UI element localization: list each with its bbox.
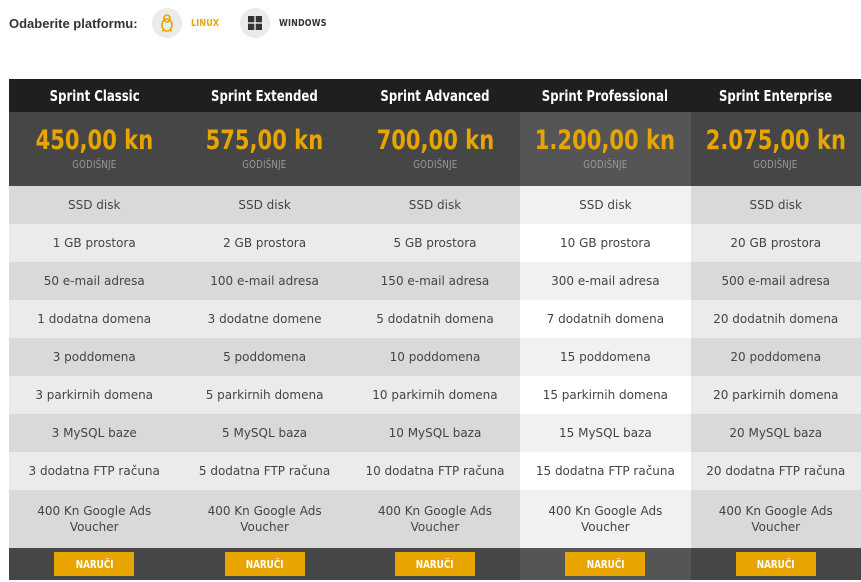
plan-name: Sprint Professional xyxy=(520,79,691,112)
order-button[interactable]: NARUČI xyxy=(735,552,816,576)
price-amount: 2.075,00 kn xyxy=(705,125,846,156)
feature-mysql: 20 MySQL baza xyxy=(690,414,861,452)
order-button[interactable]: NARUČI xyxy=(565,552,646,576)
feature-storage: 1 GB prostora xyxy=(9,224,180,262)
plan-column: Sprint Enterprise 2.075,00 kn GODIŠNJE S… xyxy=(690,79,861,580)
plan-footer: NARUČI xyxy=(690,548,861,580)
price-period: GODIŠNJE xyxy=(412,158,458,171)
plan-column: Sprint Extended 575,00 kn GODIŠNJE SSD d… xyxy=(179,79,350,580)
feature-subdomains: 20 poddomena xyxy=(690,338,861,376)
pricing-table: Sprint Classic 450,00 kn GODIŠNJE SSD di… xyxy=(9,79,861,580)
feature-voucher: 400 Kn Google Ads Voucher xyxy=(520,490,691,548)
feature-email: 300 e-mail adresa xyxy=(520,262,691,300)
plan-price: 2.075,00 kn GODIŠNJE xyxy=(690,112,861,186)
feature-storage: 2 GB prostora xyxy=(179,224,350,262)
price-period: GODIŠNJE xyxy=(242,158,287,171)
feature-storage: 5 GB prostora xyxy=(349,224,521,262)
feature-mysql: 5 MySQL baza xyxy=(179,414,350,452)
plan-price: 700,00 kn GODIŠNJE xyxy=(349,112,521,186)
price-amount: 575,00 kn xyxy=(205,125,324,156)
feature-parked: 5 parkirnih domena xyxy=(179,376,350,414)
price-period: GODIŠNJE xyxy=(583,158,628,171)
platform-option-linux[interactable]: LINUX xyxy=(191,18,219,29)
windows-icon[interactable] xyxy=(239,8,270,38)
plan-footer: NARUČI xyxy=(179,548,350,580)
feature-ftp: 5 dodatna FTP računa xyxy=(179,452,350,490)
price-period: GODIŠNJE xyxy=(72,158,117,171)
plan-price: 575,00 kn GODIŠNJE xyxy=(179,112,350,186)
feature-email: 100 e-mail adresa xyxy=(179,262,350,300)
feature-parked: 15 parkirnih domena xyxy=(520,376,691,414)
feature-domains: 1 dodatna domena xyxy=(9,300,180,338)
feature-ftp: 15 dodatna FTP računa xyxy=(520,452,691,490)
price-period: GODIŠNJE xyxy=(753,158,798,171)
plan-name: Sprint Extended xyxy=(179,79,350,112)
feature-voucher: 400 Kn Google Ads Voucher xyxy=(349,490,521,548)
plan-name: Sprint Advanced xyxy=(349,79,521,112)
feature-parked: 10 parkirnih domena xyxy=(349,376,521,414)
plan-price: 1.200,00 kn GODIŠNJE xyxy=(520,112,691,186)
plan-footer: NARUČI xyxy=(520,548,691,580)
feature-storage: 20 GB prostora xyxy=(690,224,861,262)
feature-mysql: 3 MySQL baze xyxy=(9,414,180,452)
feature-voucher: 400 Kn Google Ads Voucher xyxy=(179,490,350,548)
feature-email: 50 e-mail adresa xyxy=(9,262,180,300)
platform-label: Odaberite platformu: xyxy=(9,15,138,31)
feature-subdomains: 10 poddomena xyxy=(349,338,521,376)
feature-disk: SSD disk xyxy=(179,186,350,224)
feature-parked: 3 parkirnih domena xyxy=(9,376,180,414)
feature-ftp: 10 dodatna FTP računa xyxy=(349,452,521,490)
plan-column-featured: Sprint Professional 1.200,00 kn GODIŠNJE… xyxy=(520,79,691,580)
feature-email: 500 e-mail adresa xyxy=(690,262,861,300)
feature-email: 150 e-mail adresa xyxy=(349,262,521,300)
feature-subdomains: 3 poddomena xyxy=(9,338,180,376)
platform-option-windows[interactable]: WINDOWS xyxy=(279,18,327,29)
feature-voucher: 400 Kn Google Ads Voucher xyxy=(9,490,180,548)
linux-icon[interactable] xyxy=(151,8,182,38)
feature-voucher: 400 Kn Google Ads Voucher xyxy=(690,490,861,548)
feature-domains: 5 dodatnih domena xyxy=(349,300,521,338)
order-button[interactable]: NARUČI xyxy=(224,552,305,576)
price-amount: 450,00 kn xyxy=(35,125,153,156)
plan-name: Sprint Enterprise xyxy=(690,79,861,112)
feature-subdomains: 5 poddomena xyxy=(179,338,350,376)
plan-footer: NARUČI xyxy=(349,548,521,580)
plan-column: Sprint Classic 450,00 kn GODIŠNJE SSD di… xyxy=(9,79,180,580)
feature-storage: 10 GB prostora xyxy=(520,224,691,262)
order-button[interactable]: NARUČI xyxy=(54,552,135,576)
order-button[interactable]: NARUČI xyxy=(394,552,475,576)
price-amount: 1.200,00 kn xyxy=(535,125,676,156)
price-amount: 700,00 kn xyxy=(376,125,494,156)
feature-domains: 3 dodatne domene xyxy=(179,300,350,338)
feature-ftp: 3 dodatna FTP računa xyxy=(9,452,180,490)
feature-mysql: 15 MySQL baza xyxy=(520,414,691,452)
plan-name: Sprint Classic xyxy=(9,79,180,112)
feature-parked: 20 parkirnih domena xyxy=(690,376,861,414)
platform-selector: Odaberite platformu: LINUX WINDOWS xyxy=(9,7,342,39)
feature-disk: SSD disk xyxy=(9,186,180,224)
feature-disk: SSD disk xyxy=(349,186,521,224)
plan-footer: NARUČI xyxy=(9,548,180,580)
feature-mysql: 10 MySQL baza xyxy=(349,414,521,452)
feature-subdomains: 15 poddomena xyxy=(520,338,691,376)
plan-column: Sprint Advanced 700,00 kn GODIŠNJE SSD d… xyxy=(349,79,521,580)
feature-disk: SSD disk xyxy=(520,186,691,224)
feature-domains: 20 dodatnih domena xyxy=(690,300,861,338)
feature-domains: 7 dodatnih domena xyxy=(520,300,691,338)
feature-disk: SSD disk xyxy=(690,186,861,224)
plan-price: 450,00 kn GODIŠNJE xyxy=(9,112,180,186)
feature-ftp: 20 dodatna FTP računa xyxy=(690,452,861,490)
